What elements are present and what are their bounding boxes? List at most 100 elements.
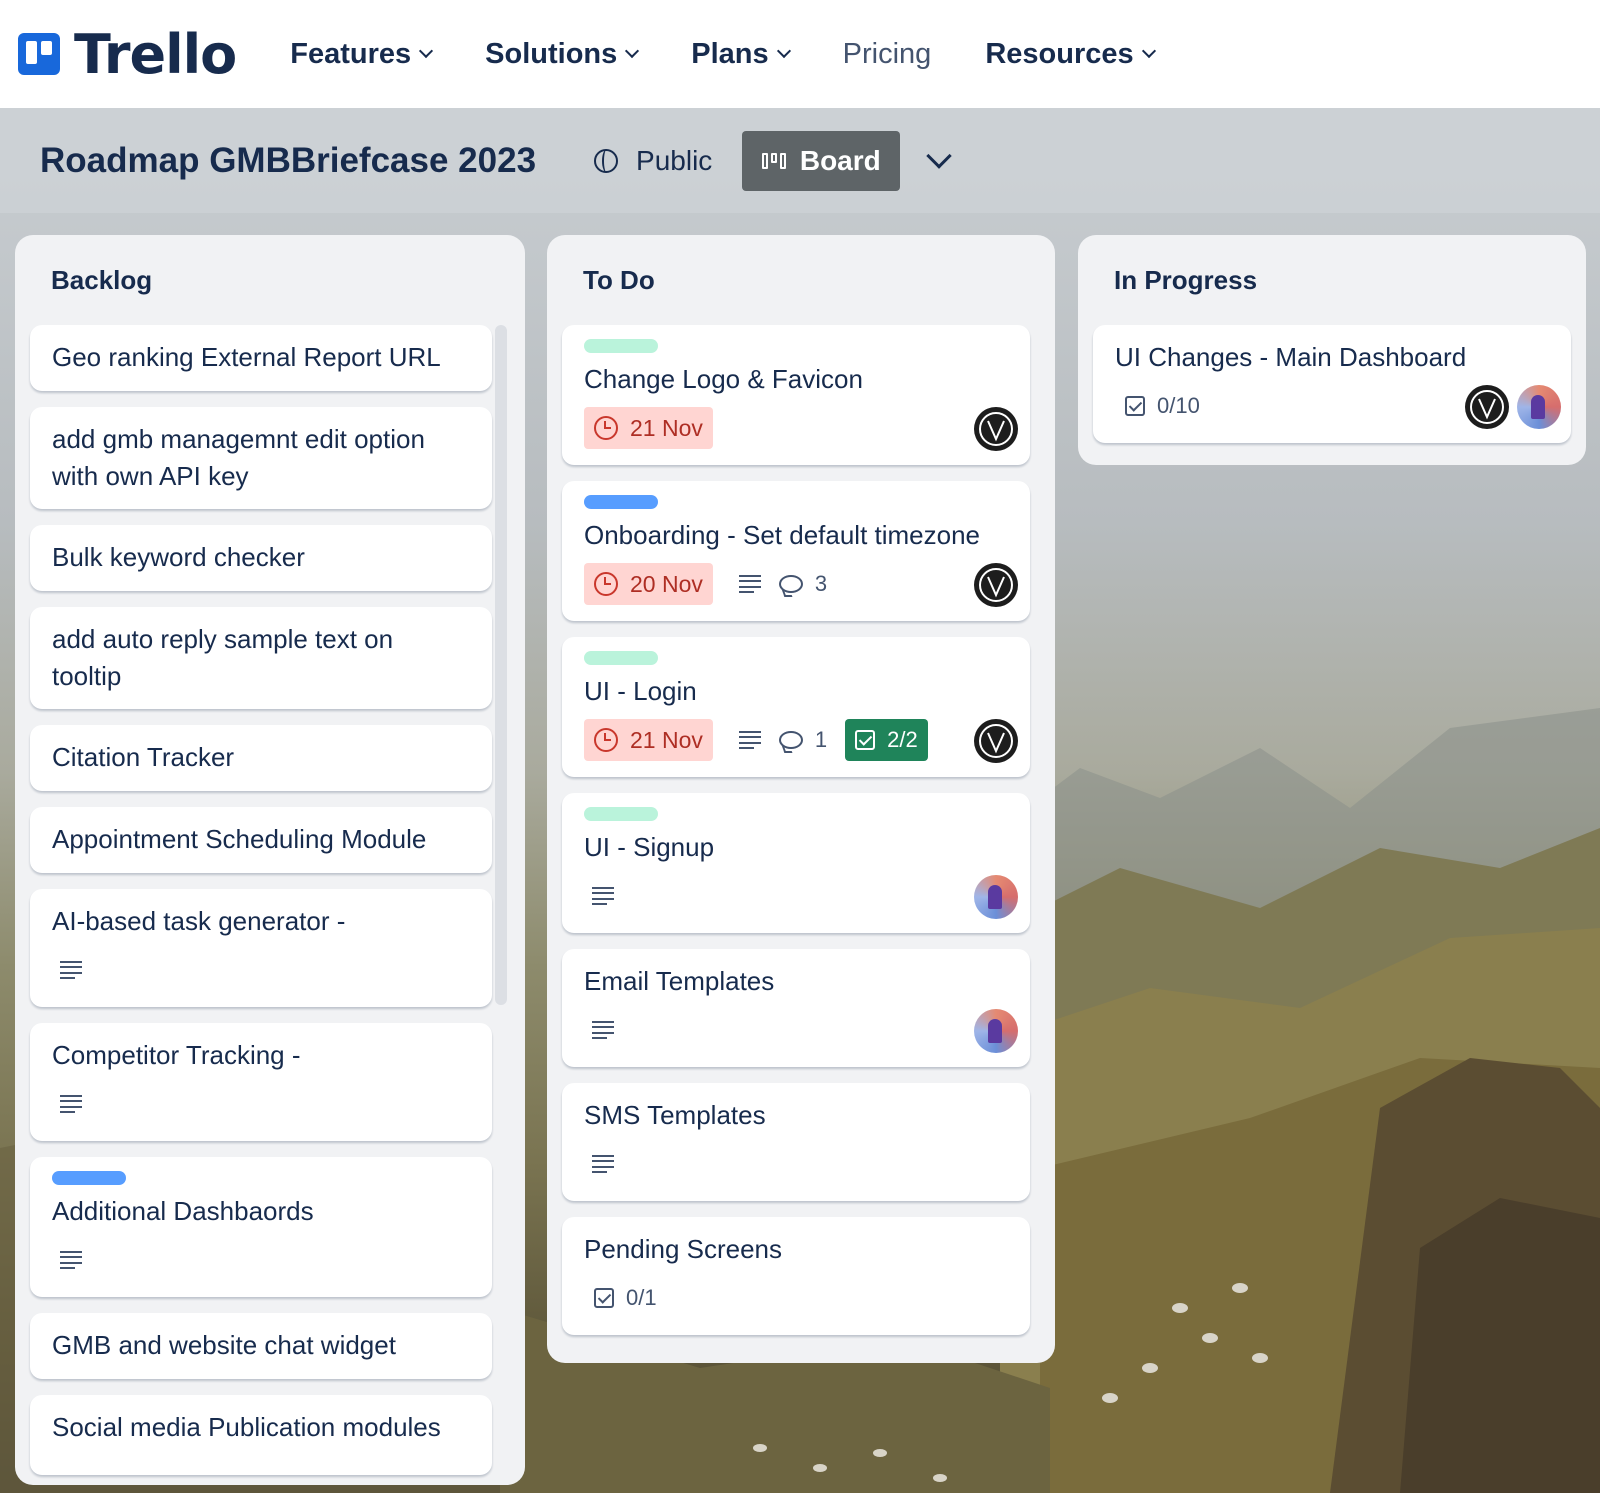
card-label-green[interactable] [584, 651, 658, 665]
card[interactable]: Social media Publication modules [30, 1395, 492, 1475]
card[interactable]: add gmb managemnt edit option with own A… [30, 407, 492, 509]
description-icon [592, 887, 614, 905]
avatar[interactable] [1517, 385, 1561, 429]
trello-logo[interactable]: Trello [18, 23, 237, 86]
checklist-icon [594, 1288, 614, 1308]
card-title: add gmb managemnt edit option with own A… [52, 424, 425, 491]
card-title: GMB and website chat widget [52, 1330, 396, 1360]
due-date-badge[interactable]: 21 Nov [584, 719, 713, 761]
nav-resources-label: Resources [985, 37, 1134, 70]
avatar[interactable] [974, 875, 1018, 919]
chevron-down-icon [1141, 43, 1156, 59]
card[interactable]: SMS Templates [562, 1083, 1030, 1201]
card-title: Bulk keyword checker [52, 542, 305, 572]
card[interactable]: Citation Tracker [30, 725, 492, 791]
card[interactable]: UI - Login 21 Nov 1 2/2 [562, 637, 1030, 777]
card-title: Citation Tracker [52, 742, 235, 772]
avatar[interactable] [974, 719, 1018, 763]
checklist-icon [855, 730, 876, 750]
card[interactable]: UI - Signup [562, 793, 1030, 933]
card-badges: 0/10 [1115, 385, 1210, 427]
card-title: Competitor Tracking - [52, 1040, 301, 1070]
card[interactable]: Additional Dashbaords [30, 1157, 492, 1297]
nav-pricing-label: Pricing [842, 37, 932, 70]
card[interactable]: Onboarding - Set default timezone 20 Nov… [562, 481, 1030, 621]
avatar[interactable] [1465, 385, 1509, 429]
card-label-green[interactable] [584, 339, 658, 353]
card-badges: 21 Nov [584, 407, 731, 449]
card-title: AI-based task generator - [52, 906, 346, 936]
comment-count: 3 [814, 571, 828, 596]
description-icon [60, 961, 82, 979]
card-title: Social media Publication modules [52, 1412, 441, 1442]
due-date-badge[interactable]: 20 Nov [584, 563, 713, 605]
card[interactable]: GMB and website chat widget [30, 1313, 492, 1379]
checklist-count: 2/2 [887, 727, 918, 752]
card-badges [584, 1143, 632, 1185]
card[interactable]: Pending Screens 0/1 [562, 1217, 1030, 1335]
card[interactable]: Email Templates [562, 949, 1030, 1067]
list-backlog: Backlog Geo ranking External Report URL … [15, 235, 525, 1485]
list-title[interactable]: Backlog [51, 265, 152, 296]
list-title[interactable]: To Do [583, 265, 655, 296]
card[interactable]: UI Changes - Main Dashboard 0/10 [1093, 325, 1571, 443]
card-badges [584, 875, 632, 917]
trello-logo-icon [18, 33, 60, 75]
card[interactable]: Bulk keyword checker [30, 525, 492, 591]
due-date-badge[interactable]: 21 Nov [584, 407, 713, 449]
card-badges [584, 1009, 632, 1051]
nav-pricing[interactable]: Pricing [843, 38, 932, 71]
card-label-green[interactable] [584, 807, 658, 821]
card-title: Onboarding - Set default timezone [584, 520, 981, 550]
card-label-blue[interactable] [584, 495, 658, 509]
board-view-button[interactable]: Board [742, 130, 901, 191]
card-title: Pending Screens [584, 1234, 783, 1264]
avatar[interactable] [974, 563, 1018, 607]
card[interactable]: AI-based task generator - [30, 889, 492, 1007]
card-title: SMS Templates [584, 1100, 766, 1130]
card-badges [52, 1083, 100, 1125]
card-badges: 0/1 [584, 1277, 667, 1319]
card-badges [52, 949, 100, 991]
nav-solutions[interactable]: Solutions [485, 37, 640, 71]
visibility-button[interactable]: Public [594, 145, 712, 177]
card[interactable]: Competitor Tracking - [30, 1023, 492, 1141]
checklist-badge: 2/2 [845, 719, 928, 761]
list-scrollbar[interactable] [495, 325, 507, 1005]
card-title: Change Logo & Favicon [584, 364, 863, 394]
checklist-count: 0/1 [626, 1285, 657, 1310]
nav-resources[interactable]: Resources [985, 37, 1156, 71]
clock-icon [594, 728, 618, 752]
board-icon [761, 152, 786, 169]
due-date-text: 20 Nov [630, 570, 703, 597]
board-title[interactable]: Roadmap GMBBriefcase 2023 [40, 141, 536, 181]
avatar[interactable] [974, 1009, 1018, 1053]
card-label-blue[interactable] [52, 1171, 126, 1185]
nav-plans[interactable]: Plans [691, 37, 791, 71]
top-navigation: Trello Features Solutions Plans Pricing … [0, 0, 1600, 108]
description-icon [60, 1095, 82, 1113]
card[interactable]: Geo ranking External Report URL [30, 325, 492, 391]
nav-plans-label: Plans [691, 37, 769, 70]
list-title[interactable]: In Progress [1114, 265, 1257, 296]
card[interactable]: add auto reply sample text on tooltip [30, 607, 492, 709]
description-icon [60, 1251, 82, 1269]
comment-count: 1 [814, 727, 828, 752]
card-title: Geo ranking External Report URL [52, 342, 441, 372]
checklist-count: 0/10 [1157, 393, 1200, 418]
board-header: Roadmap GMBBriefcase 2023 Public Board [0, 108, 1600, 213]
card[interactable]: Change Logo & Favicon 21 Nov [562, 325, 1030, 465]
avatar[interactable] [974, 407, 1018, 451]
view-switcher-chevron-icon[interactable] [926, 142, 953, 169]
card[interactable]: Appointment Scheduling Module [30, 807, 492, 873]
checklist-badge: 0/10 [1115, 385, 1210, 427]
card-title: add auto reply sample text on tooltip [52, 624, 394, 691]
chevron-down-icon [625, 43, 640, 59]
checklist-icon [1125, 396, 1145, 416]
card-badges [52, 1239, 100, 1281]
comment-icon [778, 731, 803, 749]
nav-solutions-label: Solutions [485, 37, 618, 70]
list-in-progress: In Progress UI Changes - Main Dashboard … [1078, 235, 1586, 465]
nav-features[interactable]: Features [290, 38, 434, 71]
card-title: UI - Signup [584, 832, 715, 862]
